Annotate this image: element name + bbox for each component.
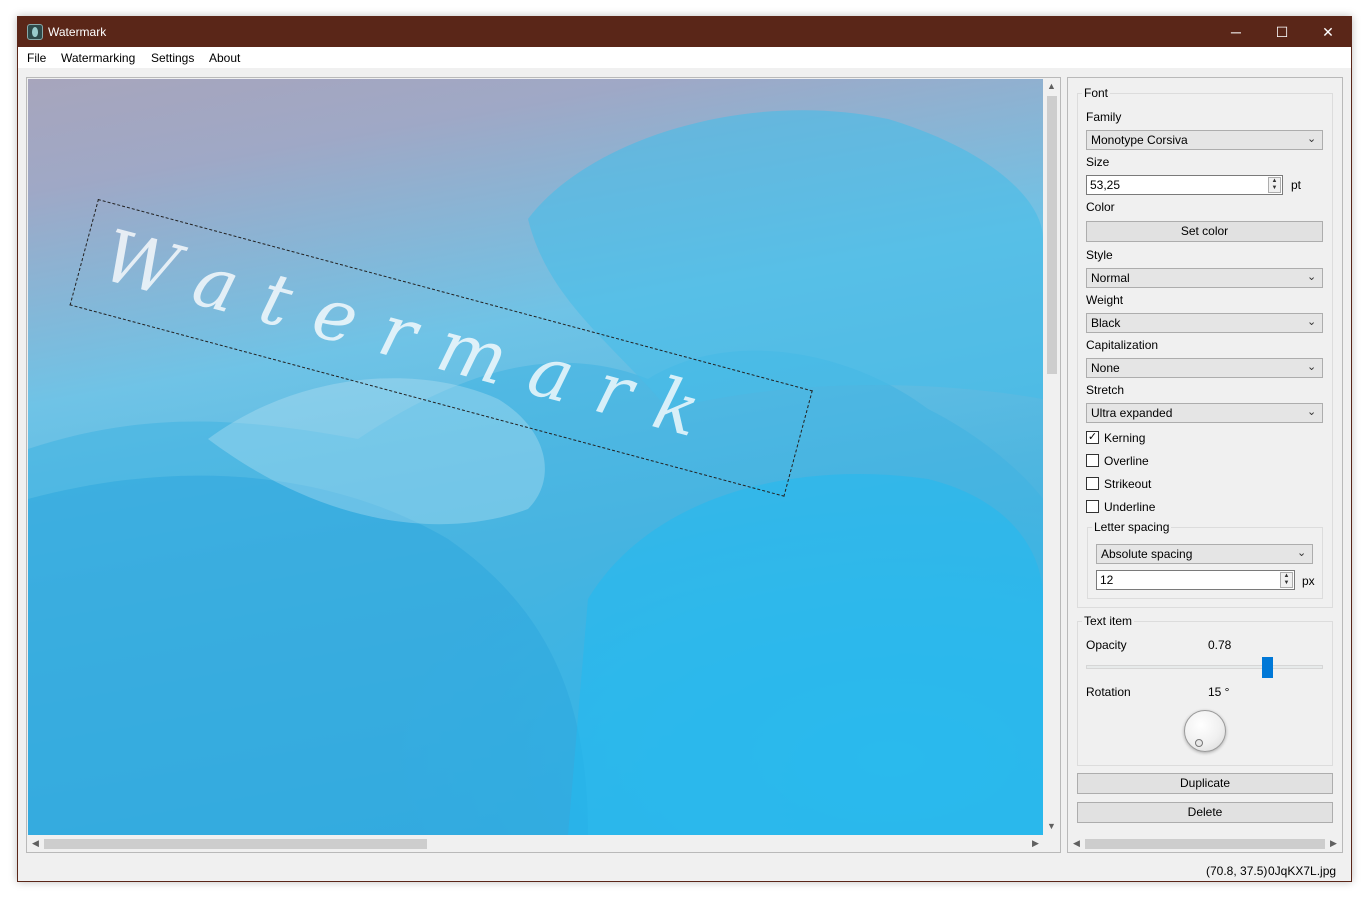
strikeout-checkbox[interactable] bbox=[1086, 477, 1099, 490]
close-button[interactable]: ✕ bbox=[1305, 17, 1351, 47]
panel-horizontal-scrollbar[interactable]: ◀ ▶ bbox=[1068, 835, 1342, 852]
maximize-button[interactable]: ☐ bbox=[1259, 17, 1305, 47]
strikeout-label: Strikeout bbox=[1104, 477, 1152, 491]
rotation-label: Rotation bbox=[1086, 685, 1131, 699]
scroll-down-icon[interactable]: ▼ bbox=[1043, 818, 1060, 835]
opacity-label: Opacity bbox=[1086, 638, 1127, 652]
dial-notch-icon bbox=[1195, 739, 1203, 747]
kerning-label: Kerning bbox=[1104, 431, 1146, 445]
family-value: Monotype Corsiva bbox=[1091, 133, 1188, 147]
chevron-down-icon: ⌄ bbox=[1307, 316, 1317, 328]
letter-spacing-unit: px bbox=[1302, 574, 1315, 588]
menu-settings[interactable]: Settings bbox=[151, 51, 194, 65]
scroll-right-icon[interactable]: ▶ bbox=[1325, 835, 1342, 852]
size-value: 53,25 bbox=[1090, 178, 1121, 192]
scroll-left-icon[interactable]: ◀ bbox=[1068, 835, 1085, 852]
chevron-down-icon: ⌄ bbox=[1307, 133, 1317, 145]
letter-spacing-spinbox[interactable]: 12 ▲ ▼ bbox=[1096, 570, 1295, 590]
horizontal-scroll-thumb[interactable] bbox=[44, 839, 427, 849]
capitalization-label: Capitalization bbox=[1086, 338, 1159, 352]
letter-spacing-value: 12 bbox=[1100, 573, 1114, 587]
family-label: Family bbox=[1086, 110, 1122, 124]
opacity-slider-track[interactable] bbox=[1086, 665, 1323, 669]
delete-button[interactable]: Delete bbox=[1077, 802, 1333, 823]
chevron-down-icon: ⌄ bbox=[1297, 547, 1307, 559]
stretch-label: Stretch bbox=[1086, 383, 1125, 397]
underline-label: Underline bbox=[1104, 500, 1156, 514]
photo-canvas[interactable]: Watermark bbox=[28, 79, 1043, 835]
horizontal-scrollbar[interactable]: ◀ ▶ bbox=[27, 835, 1044, 852]
file-name: 0JqKX7L.jpg bbox=[1268, 864, 1337, 878]
weight-label: Weight bbox=[1086, 293, 1124, 307]
chevron-down-icon: ⌄ bbox=[1307, 271, 1317, 283]
chevron-down-icon: ⌄ bbox=[1307, 406, 1317, 418]
style-value: Normal bbox=[1091, 271, 1130, 285]
set-color-button[interactable]: Set color bbox=[1086, 221, 1323, 242]
duplicate-button[interactable]: Duplicate bbox=[1077, 773, 1333, 794]
family-select[interactable]: Monotype Corsiva ⌄ bbox=[1086, 130, 1323, 150]
style-select[interactable]: Normal ⌄ bbox=[1086, 268, 1323, 288]
spin-arrows-icon[interactable]: ▲ ▼ bbox=[1268, 177, 1281, 193]
weight-select[interactable]: Black ⌄ bbox=[1086, 313, 1323, 333]
underline-checkbox[interactable] bbox=[1086, 500, 1099, 513]
capitalization-value: None bbox=[1091, 361, 1120, 375]
scroll-up-icon[interactable]: ▲ bbox=[1043, 78, 1060, 95]
chevron-down-icon: ⌄ bbox=[1307, 361, 1317, 373]
app-icon bbox=[27, 24, 43, 40]
vertical-scrollbar[interactable]: ▲ ▼ bbox=[1043, 78, 1060, 835]
capitalization-select[interactable]: None ⌄ bbox=[1086, 358, 1323, 378]
opacity-slider-handle[interactable] bbox=[1262, 657, 1274, 678]
style-label: Style bbox=[1086, 248, 1113, 262]
vertical-scroll-thumb[interactable] bbox=[1047, 96, 1057, 374]
menu-about[interactable]: About bbox=[209, 51, 240, 65]
font-group-label: Font bbox=[1082, 86, 1111, 100]
size-label: Size bbox=[1086, 155, 1110, 169]
weight-value: Black bbox=[1091, 316, 1121, 330]
rotation-value: 15 ° bbox=[1208, 685, 1230, 699]
settings-panel: Font Family Monotype Corsiva ⌄ Size 53,2… bbox=[1067, 77, 1343, 853]
stretch-select[interactable]: Ultra expanded ⌄ bbox=[1086, 403, 1323, 423]
letter-spacing-label: Letter spacing bbox=[1092, 520, 1172, 534]
minimize-button[interactable]: ─ bbox=[1213, 17, 1259, 47]
window-title: Watermark bbox=[48, 25, 107, 39]
title-bar[interactable]: Watermark ─ ☐ ✕ bbox=[18, 17, 1351, 47]
text-item-group-label: Text item bbox=[1082, 614, 1135, 628]
status-bar: (70.8, 37.5) 0JqKX7L.jpg bbox=[18, 859, 1351, 881]
letter-spacing-mode-select[interactable]: Absolute spacing ⌄ bbox=[1096, 544, 1313, 564]
letter-spacing-mode-value: Absolute spacing bbox=[1101, 547, 1193, 561]
cursor-coordinates: (70.8, 37.5) bbox=[1206, 864, 1268, 878]
overline-checkbox[interactable] bbox=[1086, 454, 1099, 467]
overline-label: Overline bbox=[1104, 454, 1149, 468]
stretch-value: Ultra expanded bbox=[1091, 406, 1173, 420]
menu-file[interactable]: File bbox=[27, 51, 46, 65]
menu-watermarking[interactable]: Watermarking bbox=[61, 51, 135, 65]
photo-shapes bbox=[28, 110, 1043, 835]
opacity-value: 0.78 bbox=[1208, 638, 1232, 652]
kerning-checkbox[interactable]: ✓ bbox=[1086, 431, 1099, 444]
size-spinbox[interactable]: 53,25 ▲ ▼ bbox=[1086, 175, 1283, 195]
color-label: Color bbox=[1086, 200, 1115, 214]
rotation-dial[interactable] bbox=[1184, 710, 1226, 752]
image-viewport[interactable]: Watermark ▲ ▼ ◀ ▶ bbox=[26, 77, 1061, 853]
spin-arrows-icon[interactable]: ▲ ▼ bbox=[1280, 572, 1293, 588]
menu-bar: File Watermarking Settings About bbox=[18, 47, 1351, 68]
app-window: Watermark ─ ☐ ✕ File Watermarking Settin… bbox=[17, 16, 1352, 882]
scroll-right-icon[interactable]: ▶ bbox=[1027, 835, 1044, 852]
scroll-left-icon[interactable]: ◀ bbox=[27, 835, 44, 852]
size-unit: pt bbox=[1291, 178, 1302, 192]
panel-scroll-thumb[interactable] bbox=[1085, 839, 1325, 849]
